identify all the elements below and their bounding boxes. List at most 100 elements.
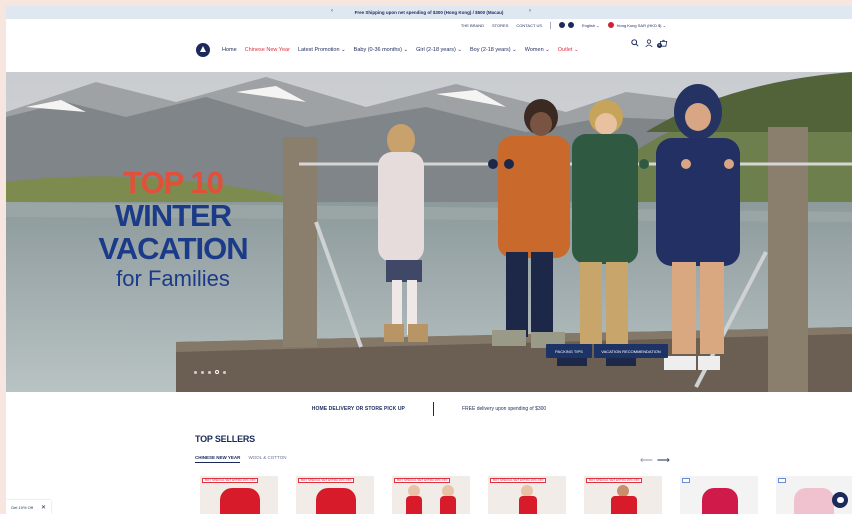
announcement-bar: ‹ Free Shipping upon net spending of $30… <box>6 6 852 19</box>
chat-bubble-glyph <box>836 497 844 503</box>
delivery-bar: HOME DELIVERY OR STORE PICK UP FREE deli… <box>6 400 852 418</box>
chat-icon[interactable] <box>832 492 848 508</box>
product-card[interactable]: BUY SPECIAL SET EXTRA 20% OFF <box>296 476 374 514</box>
slider-dot[interactable] <box>223 370 226 374</box>
divider <box>432 402 434 416</box>
headline-line-families: for Families <box>116 266 230 291</box>
button-label: PACKING TIPS <box>555 348 583 354</box>
product-carousel: BUY SPECIAL SET EXTRA 20% OFF BUY SPECIA… <box>200 476 852 514</box>
announcement-text: Free Shipping upon net spending of $300 … <box>354 10 504 15</box>
coupon-label: Get 10% Off <box>11 504 33 510</box>
packing-tips-button[interactable]: PACKING TIPS <box>546 344 592 358</box>
slider-dot-active[interactable] <box>215 370 219 374</box>
product-image <box>611 496 637 514</box>
promo-badge: BUY SPECIAL SET EXTRA 20% OFF <box>202 478 259 483</box>
product-image <box>440 496 456 514</box>
nav-label: Girl (2-18 years) <box>416 47 456 53</box>
nav-item-girl[interactable]: Girl (2-18 years) ⌄ <box>416 47 462 53</box>
delivery-left-text: HOME DELIVERY OR STORE PICK UP <box>311 406 405 412</box>
promo-badge: BUY SPECIAL SET EXTRA 20% OFF <box>298 478 355 483</box>
product-card[interactable]: BUY SPECIAL SET EXTRA 20% OFF <box>584 476 662 514</box>
slider-dot[interactable] <box>194 370 197 374</box>
chevron-down-icon: ⌄ <box>341 47 346 53</box>
region-select[interactable]: Hong Kong SAR (HKD $) ⌄ <box>617 23 666 28</box>
chevron-down-icon: ⌄ <box>545 47 550 53</box>
tab-chinese-new-year[interactable]: CHINESE NEW YEAR <box>195 455 241 463</box>
language-label: English <box>582 22 596 28</box>
hero-banner[interactable]: TOP 10 WINTER VACATION for Families <box>6 72 852 392</box>
nav-label: Outlet <box>557 47 573 53</box>
nav-icons: 0 <box>631 39 668 49</box>
close-icon[interactable]: ✕ <box>41 504 46 511</box>
search-icon[interactable] <box>631 39 639 49</box>
new-badge <box>682 478 690 483</box>
coupon-widget[interactable]: Get 10% Off ✕ <box>6 500 51 514</box>
nav-item-baby[interactable]: Baby (0-36 months) ⌄ <box>354 47 408 53</box>
hero-headline: TOP 10 WINTER VACATION for Families <box>98 166 248 293</box>
arrow-left-icon[interactable]: ⟵ <box>640 455 653 466</box>
tab-wool-cotton[interactable]: WOOL & COTTON <box>248 455 286 463</box>
nav-item-women[interactable]: Women ⌄ <box>525 47 550 53</box>
headline-line-winter: WINTER <box>114 198 232 233</box>
chevron-down-icon: ⌄ <box>512 47 517 53</box>
nav-item-outlet[interactable]: Outlet ⌄ <box>558 47 579 53</box>
nav-label: Latest Promotion <box>297 47 340 53</box>
top-sellers-title: TOP SELLERS <box>195 434 255 444</box>
top-sellers-tabs: CHINESE NEW YEAR WOOL & COTTON <box>195 455 286 463</box>
carousel-arrows: ⟵ ⟶ <box>640 455 670 466</box>
hk-flag-icon <box>607 22 614 28</box>
util-link-brand[interactable]: THE BRAND <box>461 23 484 28</box>
main-nav: Home Chinese New Year Latest Promotion ⌄… <box>6 31 852 69</box>
headline-line-vacation: VACATION <box>98 231 248 266</box>
chevron-right-icon[interactable]: › <box>529 8 531 14</box>
nav-label: Women <box>524 47 544 53</box>
slider-dot[interactable] <box>208 370 211 374</box>
product-image <box>519 496 537 514</box>
nav-label: Home <box>222 47 237 53</box>
nav-item-home[interactable]: Home <box>222 47 237 53</box>
slider-dots <box>194 370 226 374</box>
product-card[interactable]: BUY SPECIAL SET EXTRA 20% OFF <box>392 476 470 514</box>
instagram-icon[interactable] <box>568 22 575 28</box>
chevron-down-icon: ⌄ <box>457 47 462 53</box>
util-link-stores[interactable]: STORES <box>492 23 508 28</box>
facebook-icon[interactable] <box>559 22 566 28</box>
slider-dot[interactable] <box>201 370 204 374</box>
utility-bar: THE BRAND STORES CONTACT US English ⌄ Ho… <box>6 19 852 31</box>
chevron-down-icon: ⌄ <box>574 47 579 53</box>
language-select[interactable]: English ⌄ <box>582 23 600 28</box>
promo-badge: BUY SPECIAL SET EXTRA 20% OFF <box>394 478 451 483</box>
headline-line-top10: TOP 10 <box>123 165 224 200</box>
product-card[interactable]: BUY SPECIAL SET EXTRA 20% OFF <box>200 476 278 514</box>
region-label: Hong Kong SAR (HKD $) <box>616 22 662 28</box>
product-image <box>316 488 356 514</box>
product-card[interactable] <box>680 476 758 514</box>
chevron-down-icon: ⌄ <box>403 47 409 53</box>
page: ‹ Free Shipping upon net spending of $30… <box>6 6 852 514</box>
product-image <box>406 496 422 514</box>
nav-label: Chinese New Year <box>244 47 290 53</box>
product-image <box>220 488 260 514</box>
product-image <box>702 488 738 514</box>
cart-count-badge: 0 <box>657 43 662 48</box>
divider <box>550 21 552 29</box>
promo-badge: BUY SPECIAL SET EXTRA 20% OFF <box>490 478 547 483</box>
nav-label: Baby (0-36 months) <box>353 47 402 53</box>
boat-logo-icon[interactable] <box>196 43 210 57</box>
account-icon[interactable] <box>645 39 653 49</box>
arrow-right-icon[interactable]: ⟶ <box>657 455 670 466</box>
nav-item-latest-promotion[interactable]: Latest Promotion ⌄ <box>298 47 346 53</box>
new-badge <box>778 478 786 483</box>
chevron-left-icon[interactable]: ‹ <box>331 8 333 14</box>
nav-item-chinese-new-year[interactable]: Chinese New Year <box>245 47 290 53</box>
promo-badge: BUY SPECIAL SET EXTRA 20% OFF <box>586 478 643 483</box>
util-link-contact[interactable]: CONTACT US <box>516 23 542 28</box>
delivery-right-text: FREE delivery upon spending of $300 <box>461 406 547 412</box>
vacation-recommendation-button[interactable]: VACATION RECOMMENDATION <box>594 344 668 358</box>
product-card[interactable]: BUY SPECIAL SET EXTRA 20% OFF <box>488 476 566 514</box>
button-label: VACATION RECOMMENDATION <box>601 348 661 354</box>
cart-icon[interactable]: 0 <box>657 39 668 49</box>
nav-item-boy[interactable]: Boy (2-18 years) ⌄ <box>470 47 517 53</box>
nav-label: Boy (2-18 years) <box>469 47 511 53</box>
product-image <box>794 488 834 514</box>
